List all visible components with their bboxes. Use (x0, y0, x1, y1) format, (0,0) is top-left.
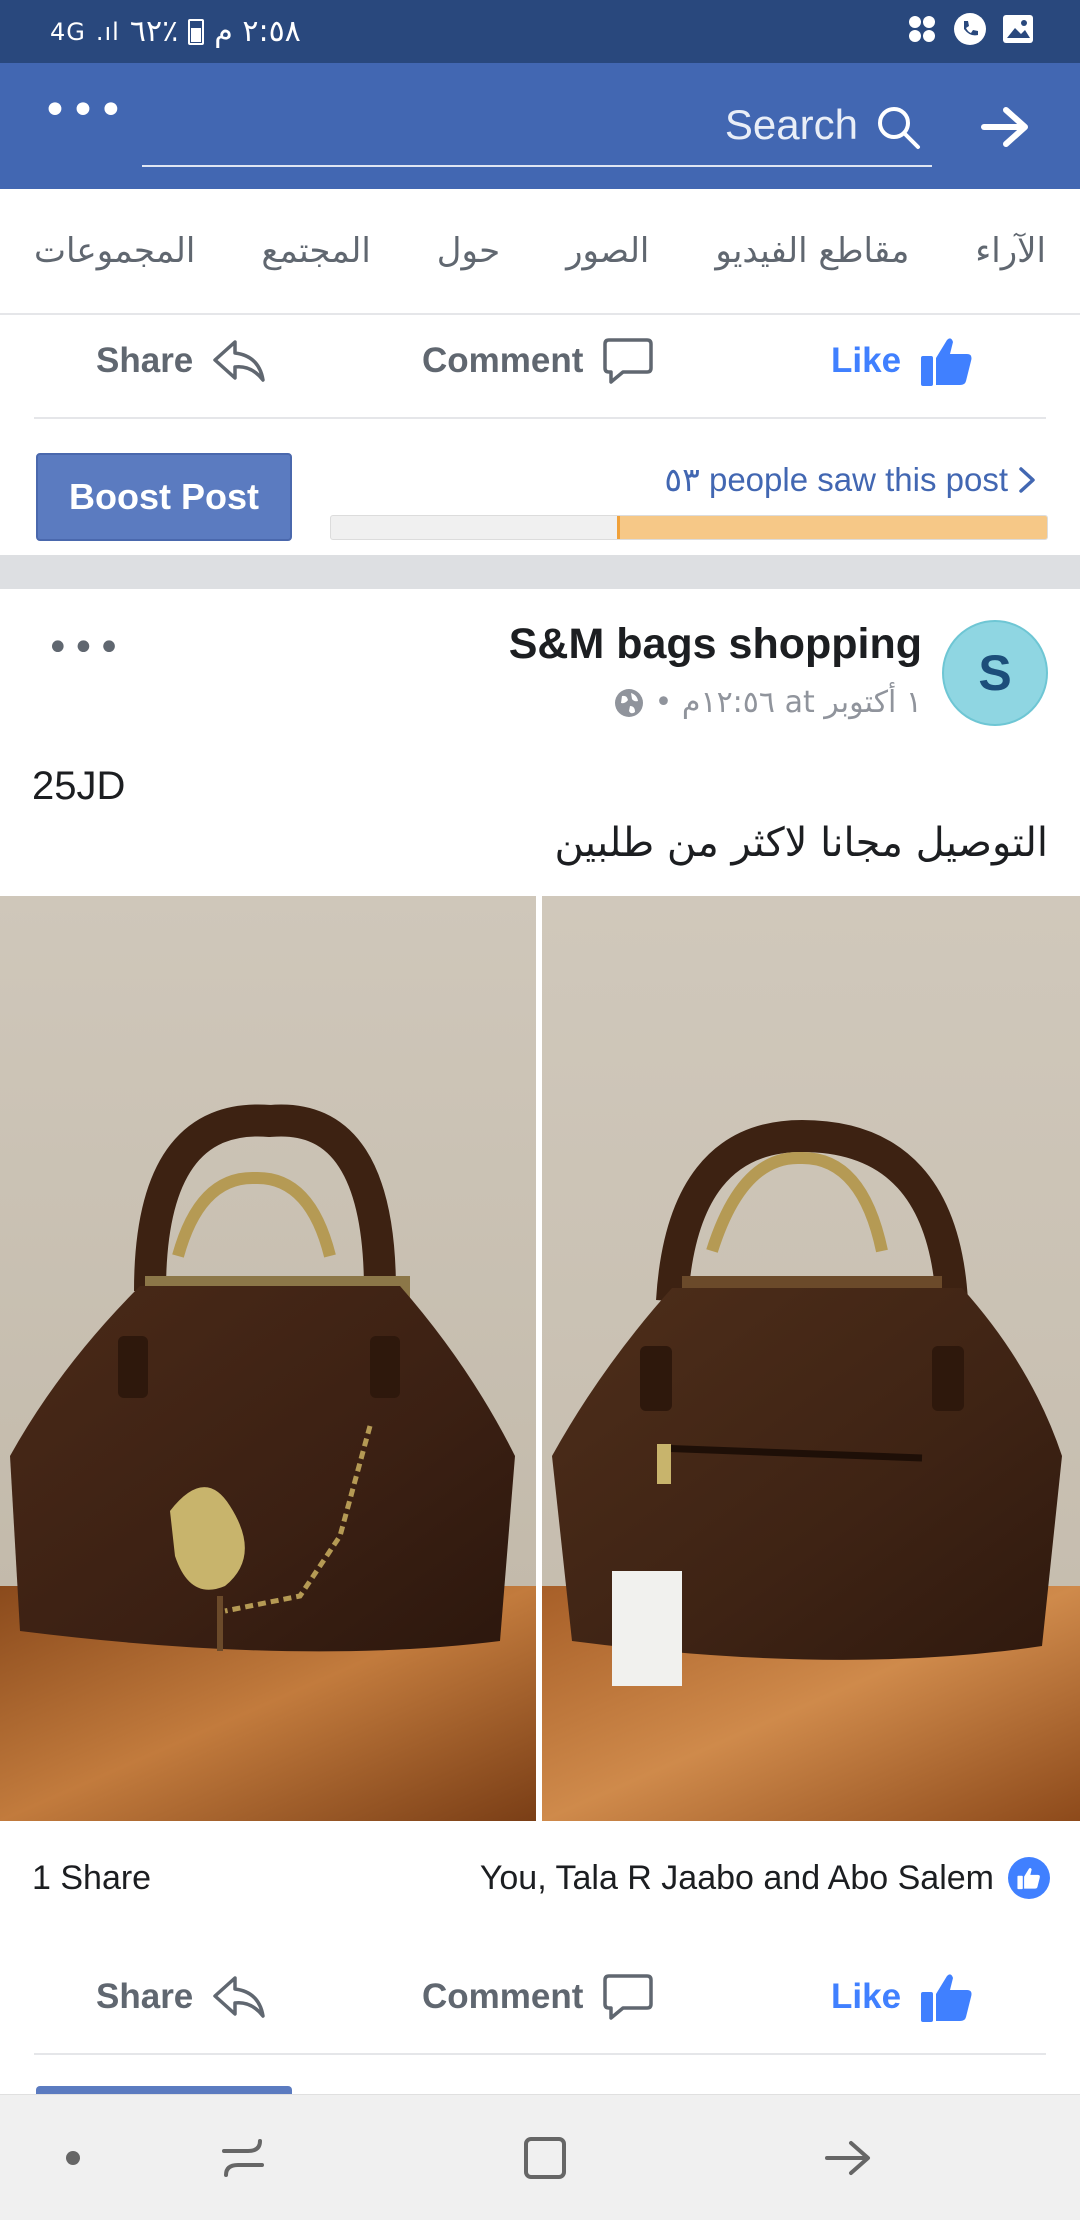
post-meta: ١ أكتوبر at ١٢:٥٦م • (613, 685, 922, 720)
comment-label: Comment (422, 341, 584, 380)
boost-post-button[interactable]: Boost Post (36, 453, 292, 541)
tab-videos[interactable]: مقاطع الفيديو (715, 231, 909, 271)
share-label: Share (96, 1977, 194, 2016)
post-reach-text: ٥٣ people saw this post (664, 461, 1008, 498)
reach-progress-fill (617, 516, 1047, 539)
page-tabs: الآراء مقاطع الفيديو الصور حول المجتمع ا… (0, 189, 1080, 315)
status-right (905, 12, 1035, 46)
post-reach-link[interactable]: ٥٣ people saw this post (664, 460, 1036, 499)
battery-level: ٪٦٢ (129, 14, 179, 49)
home-button-icon[interactable] (512, 2125, 578, 2191)
comment-button[interactable]: Comment (422, 1939, 655, 2055)
shares-count[interactable]: 1 Share (32, 1859, 151, 1898)
bag-photo-front[interactable] (0, 896, 536, 1821)
clock: ٢:٥٨ م (214, 14, 301, 49)
post-text-delivery: التوصيل مجانا لاكثر من طلبين (554, 820, 1048, 866)
recent-apps-icon[interactable] (210, 2125, 276, 2191)
comment-label: Comment (422, 1977, 584, 2016)
nav-dot-icon[interactable] (40, 2125, 106, 2191)
status-left: ٢:٥٨ م ٪٦٢ ıl. 4G (50, 14, 301, 49)
like-label: Like (831, 341, 902, 380)
chevron-right-icon (1019, 466, 1035, 493)
forward-arrow-icon[interactable] (980, 105, 1030, 149)
tab-groups[interactable]: المجموعات (34, 231, 195, 271)
network-type: 4G (50, 17, 86, 46)
avatar-letter: S (978, 645, 1012, 701)
like-button[interactable]: Like (831, 1939, 975, 2055)
share-icon (213, 340, 266, 382)
post-timestamp: ١ أكتوبر at ١٢:٥٦م • (654, 685, 922, 720)
gallery-icon (1001, 12, 1035, 46)
post-text-price: 25JD (32, 764, 126, 808)
feed-separator (0, 555, 1080, 589)
like-button[interactable]: Like (831, 303, 975, 419)
next-boost-button-edge (36, 2086, 292, 2094)
reactions-names: You, Tala R Jaabo and Abo Salem (479, 1858, 994, 1897)
post-options-icon[interactable]: ••• (46, 625, 123, 671)
thumbs-up-icon (921, 338, 972, 386)
search-placeholder: Search (724, 101, 858, 148)
reactions-row: 1 Share You, Tala R Jaabo and Abo Salem (0, 1821, 1080, 1937)
like-label: Like (831, 1977, 902, 2016)
comment-icon (603, 1974, 654, 2020)
signal-icon: ıl. (95, 17, 120, 46)
reactions-summary[interactable]: You, Tala R Jaabo and Abo Salem (480, 1857, 1050, 1899)
tab-photos[interactable]: الصور (566, 231, 649, 271)
like-badge-icon (1008, 1857, 1050, 1899)
page-avatar[interactable]: S (942, 620, 1048, 726)
app-header: ••• Search (0, 63, 1080, 189)
more-options-icon[interactable]: ••• (42, 89, 124, 151)
back-arrow-icon[interactable] (815, 2125, 881, 2191)
tab-about[interactable]: حول (437, 231, 500, 271)
comment-button[interactable]: Comment (422, 303, 655, 419)
status-bar: ٢:٥٨ م ٪٦٢ ıl. 4G (0, 0, 1080, 63)
tab-community[interactable]: المجتمع (261, 231, 370, 271)
phone-icon (953, 12, 987, 46)
globe-icon (614, 688, 643, 717)
thumbs-up-icon (921, 1974, 972, 2022)
post-photos (0, 896, 1080, 1821)
reach-progress-bar (330, 515, 1048, 540)
page-name[interactable]: S&M bags shopping (509, 620, 922, 669)
share-button[interactable]: Share (96, 303, 267, 419)
app-grid-icon (905, 12, 939, 46)
share-icon (213, 1976, 266, 2018)
search-bar[interactable]: Search (142, 91, 932, 167)
battery-icon (188, 18, 205, 45)
tab-reviews[interactable]: الآراء (975, 231, 1046, 271)
share-button[interactable]: Share (96, 1939, 267, 2055)
system-nav-bar (0, 2094, 1080, 2220)
post-actions-bottom: Share Comment Like (34, 1939, 1046, 2055)
comment-icon (603, 338, 654, 384)
bag-photo-back[interactable] (542, 896, 1080, 1821)
post-actions-top: Share Comment Like (34, 303, 1046, 419)
share-label: Share (96, 341, 194, 380)
search-icon (878, 107, 920, 149)
